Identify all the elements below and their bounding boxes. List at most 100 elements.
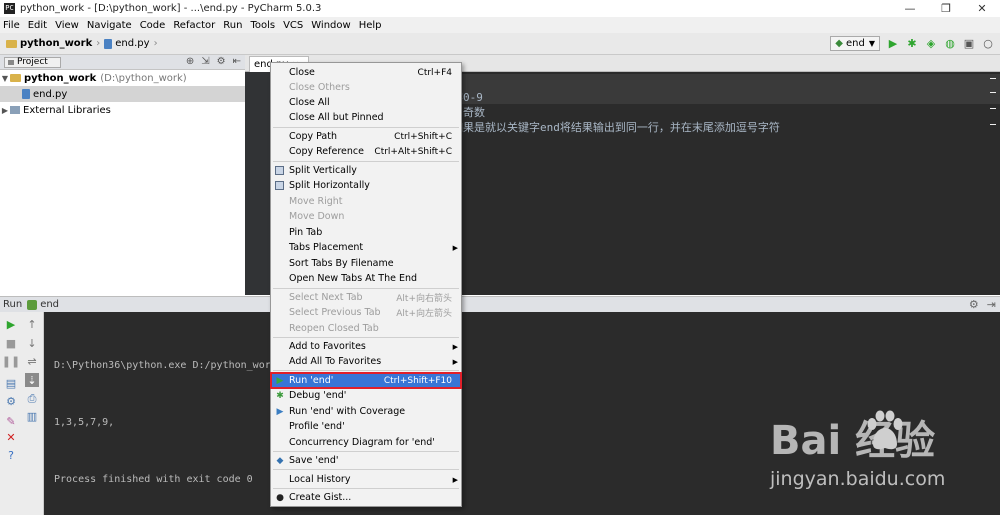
collapse-all-icon[interactable]: ⇲ — [201, 56, 209, 67]
minimize-button[interactable]: — — [892, 0, 928, 17]
concurrency-icon — [275, 438, 285, 448]
run-config-select[interactable]: ◆ end ▼ — [830, 36, 880, 51]
menu-item-run-end[interactable]: ▶ Run 'end' Ctrl+Shift+F10 — [270, 372, 462, 389]
menu-item-sort-tabs[interactable]: Sort Tabs By Filename — [271, 256, 461, 271]
menu-item-close-others[interactable]: Close Others — [271, 80, 461, 95]
menu-item-close[interactable]: Close Ctrl+F4 — [271, 65, 461, 80]
close-icon[interactable]: ✕ — [4, 430, 18, 444]
hide-icon[interactable]: ⇥ — [987, 298, 996, 311]
stop-icon[interactable]: ▣ — [962, 37, 976, 51]
tree-item-path: (D:\python_work) — [100, 72, 187, 84]
menu-view[interactable]: View — [55, 20, 79, 31]
menu-item-label: Profile 'end' — [289, 421, 345, 432]
menu-tools[interactable]: Tools — [250, 20, 275, 31]
maximize-button[interactable]: ❐ — [928, 0, 964, 17]
library-icon — [10, 106, 20, 114]
menu-item-select-previous-tab[interactable]: Select Previous Tab Alt+向左箭头 — [271, 305, 461, 320]
menu-edit[interactable]: Edit — [28, 20, 47, 31]
menu-item-local-history[interactable]: Local History ▶ — [271, 472, 461, 487]
baidu-watermark: Bai 经验 jingyan.baidu.com — [770, 408, 990, 508]
debug-icon[interactable]: ✱ — [905, 37, 919, 51]
help-icon[interactable]: ? — [4, 448, 18, 462]
tree-item-project-root[interactable]: ▼ python_work (D:\python_work) — [0, 70, 245, 86]
menu-item-shortcut: Ctrl+Alt+Shift+C — [374, 146, 452, 157]
menu-item-run-with-coverage[interactable]: ▶ Run 'end' with Coverage — [271, 404, 461, 419]
menu-vcs[interactable]: VCS — [283, 20, 303, 31]
close-window-button[interactable]: ✕ — [964, 0, 1000, 17]
menu-file[interactable]: File — [3, 20, 20, 31]
menu-refactor[interactable]: Refactor — [173, 20, 215, 31]
run-tab[interactable]: end — [27, 299, 59, 310]
menu-item-copy-reference[interactable]: Copy Reference Ctrl+Alt+Shift+C — [271, 144, 461, 159]
menu-item-close-all[interactable]: Close All — [271, 95, 461, 110]
gear-icon[interactable]: ⚙ — [217, 56, 226, 67]
menu-item-move-down[interactable]: Move Down — [271, 209, 461, 224]
print-icon[interactable]: ⎙ — [25, 392, 39, 406]
menu-item-pin-tab[interactable]: Pin Tab — [271, 225, 461, 240]
menu-bar: File Edit View Navigate Code Refactor Ru… — [0, 17, 1000, 33]
menu-item-reopen-closed-tab[interactable]: Reopen Closed Tab — [271, 321, 461, 336]
menu-separator — [273, 161, 459, 162]
arrow-down-icon[interactable]: ↓ — [25, 336, 39, 350]
menu-item-create-gist[interactable]: ● Create Gist... — [271, 490, 461, 505]
rerun-icon[interactable]: ▶ — [4, 317, 18, 331]
menu-window[interactable]: Window — [311, 20, 350, 31]
scroll-from-source-icon[interactable]: ⊕ — [186, 56, 194, 67]
folder-icon — [10, 74, 21, 82]
run-icon[interactable]: ▶ — [886, 37, 900, 51]
trash-icon[interactable]: ▥ — [25, 409, 39, 423]
breadcrumb-file[interactable]: end.py — [115, 38, 149, 49]
menu-item-close-all-but-pinned[interactable]: Close All but Pinned — [271, 110, 461, 125]
menu-item-concurrency-diagram[interactable]: Concurrency Diagram for 'end' — [271, 435, 461, 450]
coverage-icon[interactable]: ◈ — [924, 37, 938, 51]
debug-icon: ✱ — [276, 391, 284, 401]
stop-icon[interactable]: ■ — [4, 336, 18, 350]
breadcrumb-project[interactable]: python_work — [20, 38, 92, 49]
menu-item-label: Run 'end' with Coverage — [289, 406, 406, 417]
search-icon[interactable]: ○ — [981, 37, 995, 51]
chevron-right-icon: ▶ — [452, 342, 458, 351]
chevron-right-icon[interactable]: ▶ — [0, 106, 10, 115]
settings-icon[interactable]: ⚙ — [4, 394, 18, 408]
menu-item-label: Move Down — [289, 211, 345, 222]
tree-item-external-libraries[interactable]: ▶ External Libraries — [0, 102, 245, 118]
arrow-up-icon[interactable]: ↑ — [25, 317, 39, 331]
menu-code[interactable]: Code — [140, 20, 166, 31]
menu-item-copy-path[interactable]: Copy Path Ctrl+Shift+C — [271, 129, 461, 144]
run-window-header: Run end ⚙ ⇥ — [0, 296, 1000, 312]
scroll-to-end-icon[interactable]: ⇣ — [25, 373, 39, 387]
console-line: 1,3,5,7,9, — [54, 417, 115, 428]
gear-icon[interactable]: ⚙ — [969, 298, 979, 311]
dump-threads-icon[interactable]: ▤ — [4, 376, 18, 390]
menu-item-add-all-to-favorites[interactable]: Add All To Favorites ▶ — [271, 354, 461, 369]
menu-item-shortcut: Alt+向右箭头 — [396, 294, 452, 304]
menu-navigate[interactable]: Navigate — [87, 20, 132, 31]
menu-item-label: Close — [289, 67, 315, 78]
menu-item-move-right[interactable]: Move Right — [271, 194, 461, 209]
menu-item-label: Split Vertically — [289, 165, 357, 176]
menu-help[interactable]: Help — [359, 20, 382, 31]
pause-icon[interactable]: ❚❚ — [2, 354, 20, 368]
menu-item-split-horizontally[interactable]: Split Horizontally — [271, 178, 461, 193]
menu-item-add-to-favorites[interactable]: Add to Favorites ▶ — [271, 339, 461, 354]
run-toolbar-side: ▶ ■ ❚❚ ▤ ⚙ ✎ ✕ ? ↑ ↓ ⇌ ⇣ ⎙ ▥ — [0, 312, 44, 515]
chevron-down-icon[interactable]: ▼ — [0, 74, 10, 83]
pin-icon[interactable]: ✎ — [4, 414, 18, 428]
run-tab-label: end — [40, 299, 60, 310]
menu-item-label: Select Next Tab — [289, 292, 363, 303]
menu-item-split-vertically[interactable]: Split Vertically — [271, 163, 461, 178]
menu-item-select-next-tab[interactable]: Select Next Tab Alt+向右箭头 — [271, 290, 461, 305]
hide-icon[interactable]: ⇤ — [233, 56, 241, 67]
menu-item-open-new-tabs-at-end[interactable]: Open New Tabs At The End — [271, 271, 461, 286]
menu-item-debug-end[interactable]: ✱ Debug 'end' — [271, 388, 461, 403]
menu-run[interactable]: Run — [223, 20, 242, 31]
project-view-select[interactable]: Project — [4, 56, 61, 68]
profile-icon[interactable]: ◍ — [943, 37, 957, 51]
soft-wrap-icon[interactable]: ⇌ — [25, 354, 39, 368]
scroll-marker — [990, 92, 996, 93]
github-icon: ● — [276, 493, 284, 503]
menu-item-profile-end[interactable]: Profile 'end' — [271, 419, 461, 434]
tree-item-end-py[interactable]: end.py — [0, 86, 245, 102]
menu-item-tabs-placement[interactable]: Tabs Placement ▶ — [271, 240, 461, 255]
menu-item-save-end[interactable]: ◆ Save 'end' — [271, 453, 461, 468]
